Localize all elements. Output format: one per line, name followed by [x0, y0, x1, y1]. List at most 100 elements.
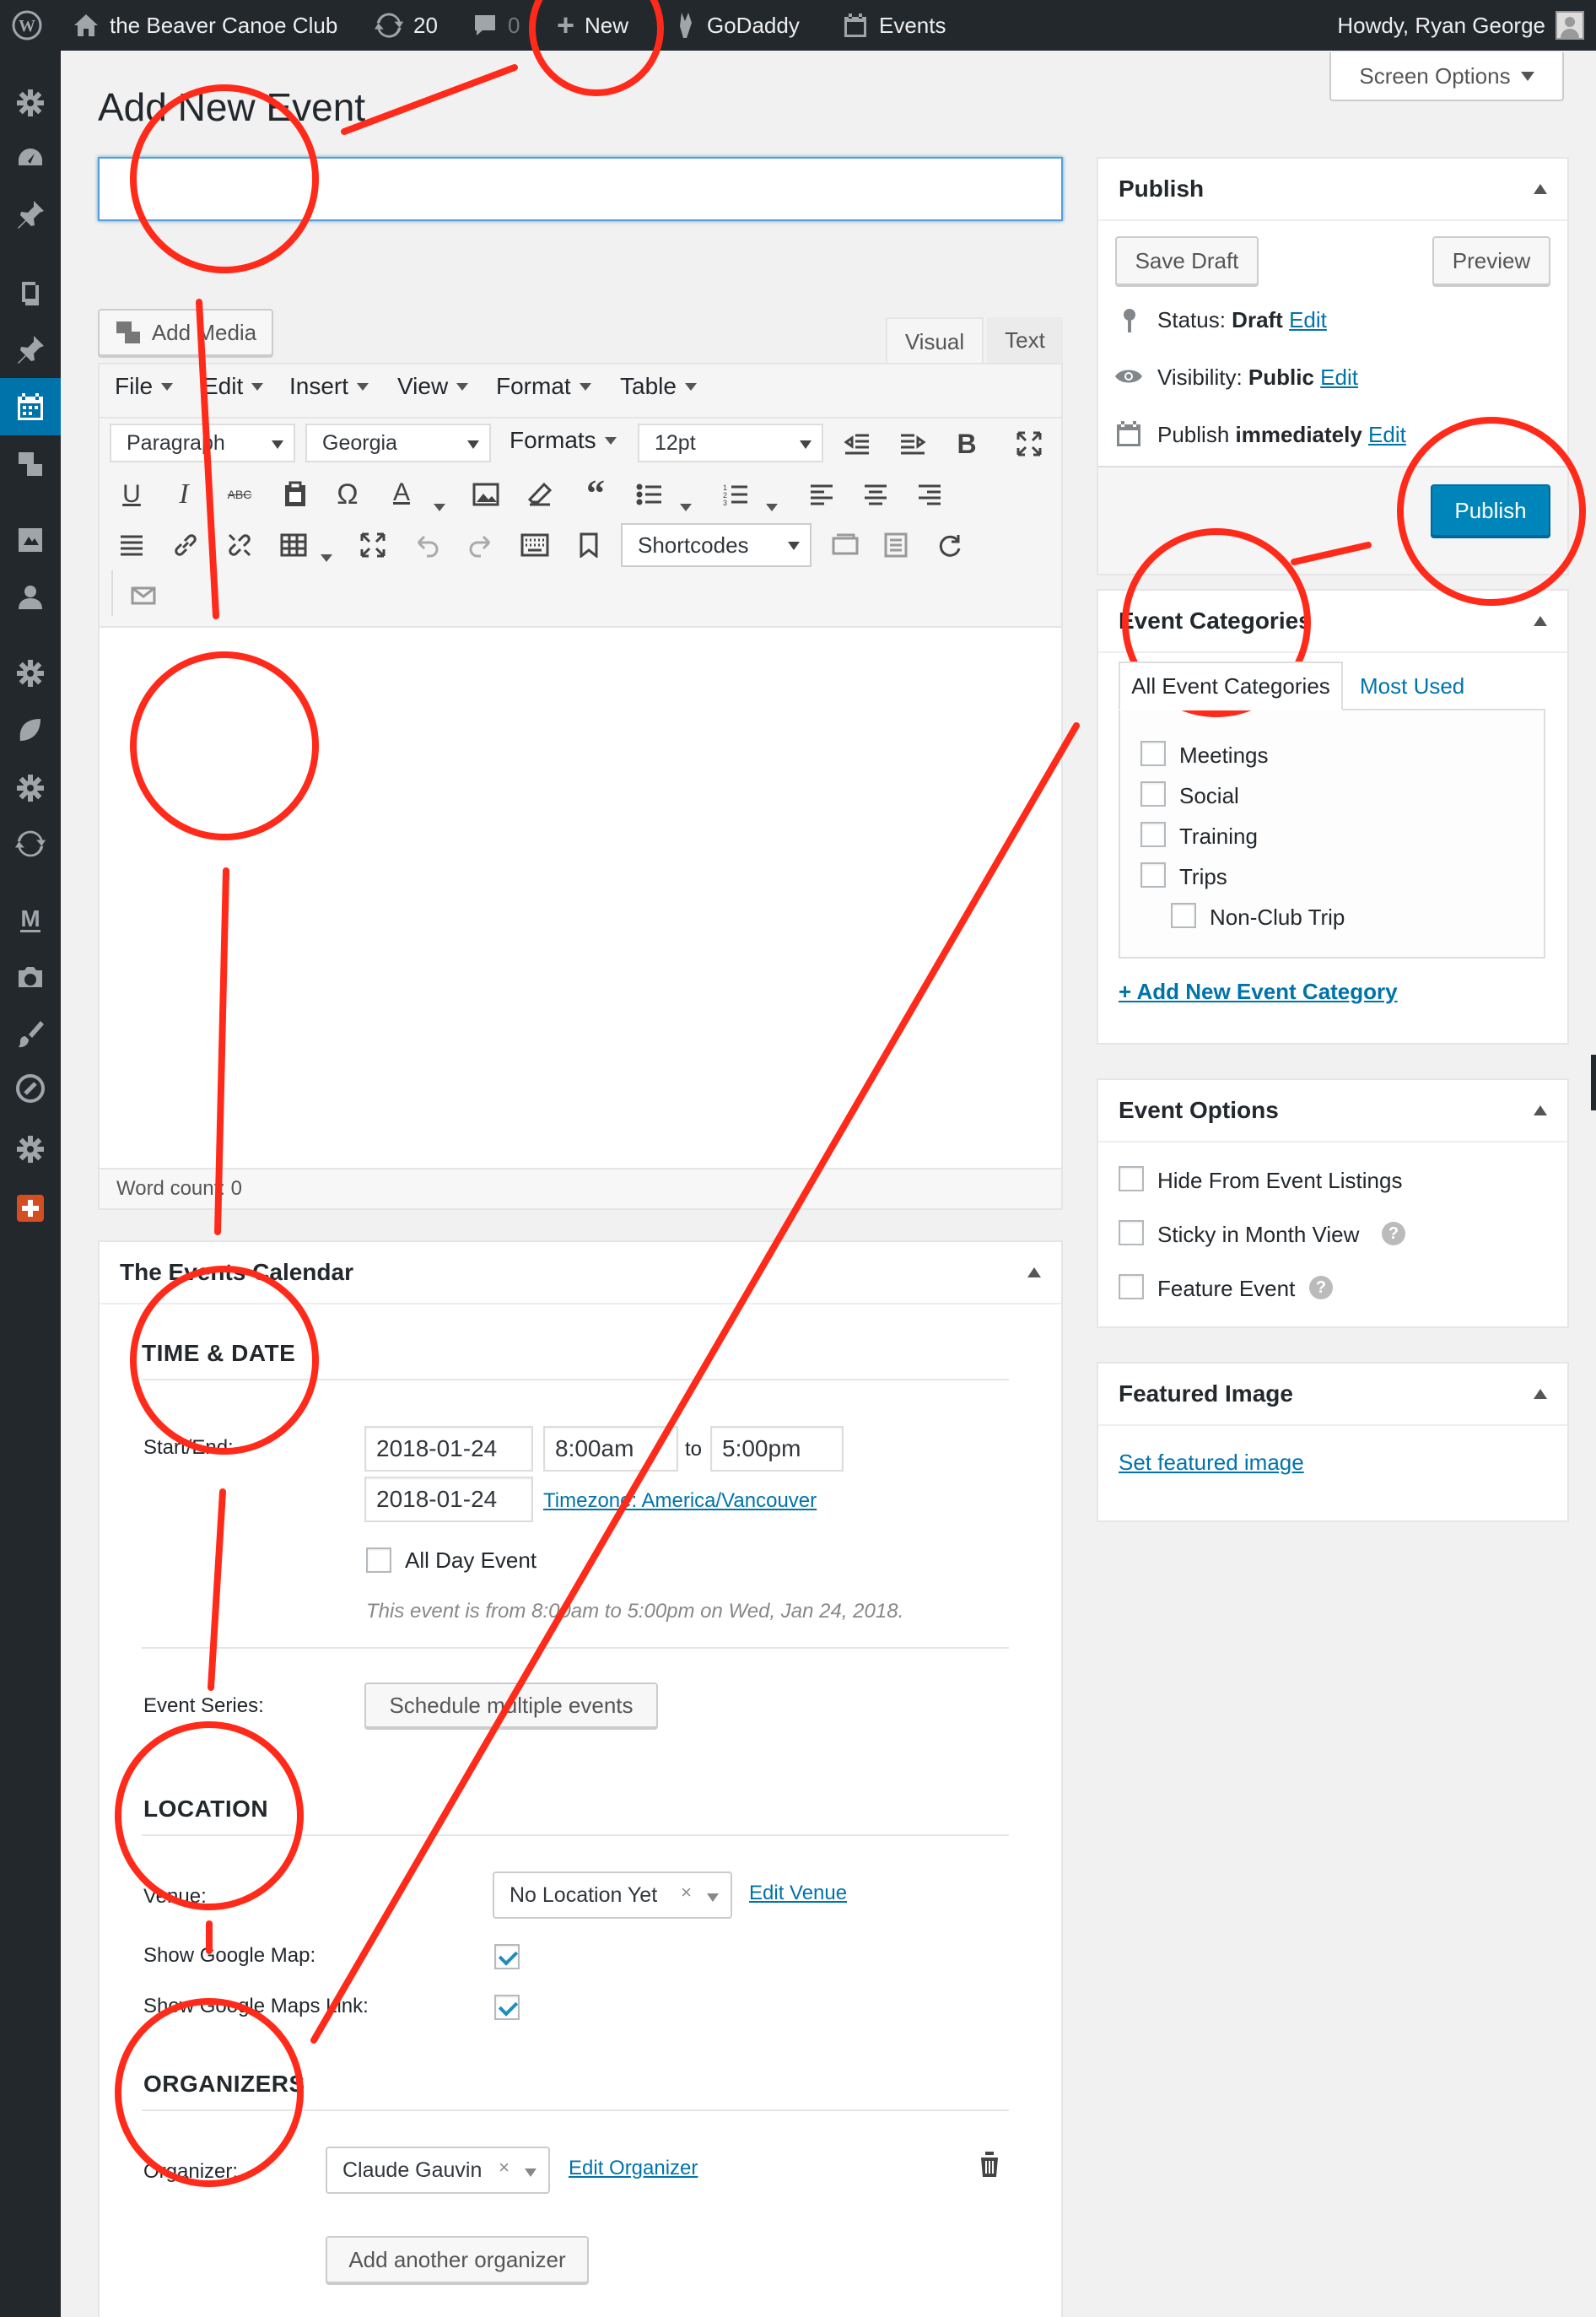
brush-icon[interactable] — [13, 1018, 47, 1051]
pin-icon[interactable] — [13, 197, 47, 231]
plugin-settings-gear-icon[interactable] — [13, 656, 47, 690]
refresh-sync-icon[interactable] — [933, 528, 967, 562]
add-new-event-category-link[interactable]: + Add New Event Category — [1119, 979, 1398, 1005]
align-center-icon[interactable] — [859, 478, 892, 511]
help-question-icon[interactable]: ? — [1309, 1276, 1333, 1299]
blockquote-icon[interactable]: “ — [579, 473, 612, 514]
shortcode-list-icon[interactable] — [879, 528, 913, 562]
bold-icon[interactable]: B — [950, 427, 984, 461]
schedule-multiple-events-button[interactable]: Schedule multiple events — [364, 1682, 658, 1728]
tab-most-used[interactable]: Most Used — [1360, 673, 1464, 699]
users-icon[interactable] — [13, 581, 47, 614]
end-time-input[interactable]: 5:00pm — [710, 1426, 844, 1472]
scroll-indicator[interactable] — [1591, 1055, 1596, 1110]
distraction-free-icon[interactable] — [356, 528, 390, 562]
special-character-icon[interactable]: Ω — [331, 478, 364, 511]
set-featured-image-link[interactable]: Set featured image — [1119, 1450, 1304, 1476]
dashboard-icon[interactable] — [13, 142, 47, 176]
tab-text[interactable]: Text — [987, 317, 1063, 363]
publish-header[interactable]: Publish — [1098, 159, 1567, 221]
category-checkbox-social[interactable] — [1140, 781, 1166, 807]
category-checkbox-training[interactable] — [1140, 822, 1166, 847]
text-color-dropdown-icon[interactable] — [434, 491, 445, 517]
event-categories-header[interactable]: Event Categories — [1098, 591, 1567, 653]
sync-icon[interactable] — [13, 827, 47, 861]
start-time-input[interactable]: 8:00am — [543, 1426, 678, 1472]
formats-menu[interactable]: Formats — [510, 427, 617, 454]
collapse-triangle-icon[interactable] — [1534, 616, 1547, 626]
events-calendar-icon[interactable] — [0, 378, 61, 435]
posts-pin-icon[interactable] — [13, 332, 47, 366]
unlink-icon[interactable] — [223, 528, 256, 562]
end-date-input[interactable]: 2018-01-24 — [364, 1477, 533, 1522]
all-day-checkbox[interactable] — [366, 1547, 391, 1573]
redo-icon[interactable] — [464, 528, 498, 562]
justify-icon[interactable] — [115, 528, 148, 562]
font-size-select[interactable]: 12pt — [638, 424, 823, 462]
events-link[interactable]: Events — [842, 0, 946, 51]
undo-icon[interactable] — [410, 528, 444, 562]
outdent-icon[interactable] — [840, 427, 874, 461]
category-checkbox-trips[interactable] — [1140, 862, 1166, 888]
fullscreen-icon[interactable] — [1012, 427, 1046, 461]
tools-icon[interactable] — [13, 523, 47, 557]
venue-select[interactable]: No Location Yet × — [493, 1871, 732, 1919]
menu-insert[interactable]: Insert — [289, 373, 369, 400]
featured-image-header[interactable]: Featured Image — [1098, 1364, 1567, 1426]
add-media-button[interactable]: Add Media — [98, 309, 273, 356]
start-date-input[interactable]: 2018-01-24 — [364, 1426, 533, 1472]
hide-from-listings-checkbox[interactable] — [1119, 1166, 1144, 1191]
save-draft-button[interactable]: Save Draft — [1115, 236, 1259, 285]
numbered-list-dropdown-icon[interactable] — [766, 491, 778, 517]
extra-settings-gear-icon[interactable] — [13, 771, 47, 805]
collapse-triangle-icon[interactable] — [1027, 1267, 1041, 1277]
preview-button[interactable]: Preview — [1432, 236, 1550, 285]
shortcode-form-icon[interactable] — [828, 528, 862, 562]
shortcodes-select[interactable]: Shortcodes — [621, 523, 811, 567]
paragraph-select[interactable]: Paragraph — [110, 424, 295, 462]
tab-visual[interactable]: Visual — [886, 317, 984, 365]
font-family-select[interactable]: Georgia — [305, 424, 491, 462]
edit-organizer-link[interactable]: Edit Organizer — [569, 2157, 698, 2180]
menu-edit[interactable]: Edit — [202, 373, 264, 400]
organizer-select[interactable]: Claude Gauvin × — [326, 2147, 550, 2194]
events-calendar-header[interactable]: The Events Calendar — [100, 1242, 1061, 1304]
new-content-link[interactable]: + New — [557, 0, 628, 51]
comments-link[interactable]: 0 — [472, 0, 520, 51]
tab-all-event-categories[interactable]: All Event Categories — [1119, 662, 1343, 710]
publish-button[interactable]: Publish — [1431, 484, 1550, 537]
link-icon[interactable] — [13, 1072, 47, 1105]
media-icon[interactable] — [13, 447, 47, 481]
sticky-month-view-checkbox[interactable] — [1119, 1220, 1144, 1245]
strikethrough-icon[interactable]: ABC — [223, 478, 256, 511]
email-icon[interactable] — [127, 579, 160, 613]
italic-icon[interactable]: I — [167, 478, 201, 511]
camera-icon[interactable] — [13, 960, 47, 994]
insert-image-icon[interactable] — [469, 478, 503, 511]
screen-options-button[interactable]: Screen Options — [1329, 52, 1564, 101]
text-color-icon[interactable]: A — [385, 476, 418, 510]
align-right-icon[interactable] — [913, 478, 946, 511]
godaddy-link[interactable]: GoDaddy — [675, 0, 800, 51]
red-plus-plugin-icon[interactable] — [13, 1191, 47, 1225]
feature-event-checkbox[interactable] — [1119, 1274, 1144, 1299]
account-menu[interactable]: Howdy, Ryan George — [1337, 0, 1584, 51]
leaf-icon[interactable] — [13, 714, 47, 748]
menu-table[interactable]: Table — [620, 373, 697, 400]
visibility-edit-link[interactable]: Edit — [1320, 365, 1358, 390]
site-name-link[interactable]: the Beaver Canoe Club — [73, 0, 337, 51]
m-logo-icon[interactable]: M — [13, 903, 47, 937]
numbered-list-icon[interactable]: 123 — [719, 478, 752, 511]
insert-link-icon[interactable] — [169, 528, 202, 562]
clear-x-icon[interactable]: × — [681, 1882, 692, 1904]
collapse-triangle-icon[interactable] — [1534, 184, 1547, 194]
misc-settings-gear-icon[interactable] — [13, 1132, 47, 1166]
menu-format[interactable]: Format — [496, 373, 591, 400]
event-title-input[interactable] — [98, 157, 1063, 221]
underline-icon[interactable]: U — [115, 478, 148, 511]
paste-text-icon[interactable] — [278, 478, 312, 511]
show-map-checkbox[interactable] — [494, 1944, 520, 1969]
keyboard-icon[interactable] — [518, 528, 552, 562]
settings-gear-icon[interactable] — [13, 86, 47, 120]
indent-icon[interactable] — [896, 427, 930, 461]
